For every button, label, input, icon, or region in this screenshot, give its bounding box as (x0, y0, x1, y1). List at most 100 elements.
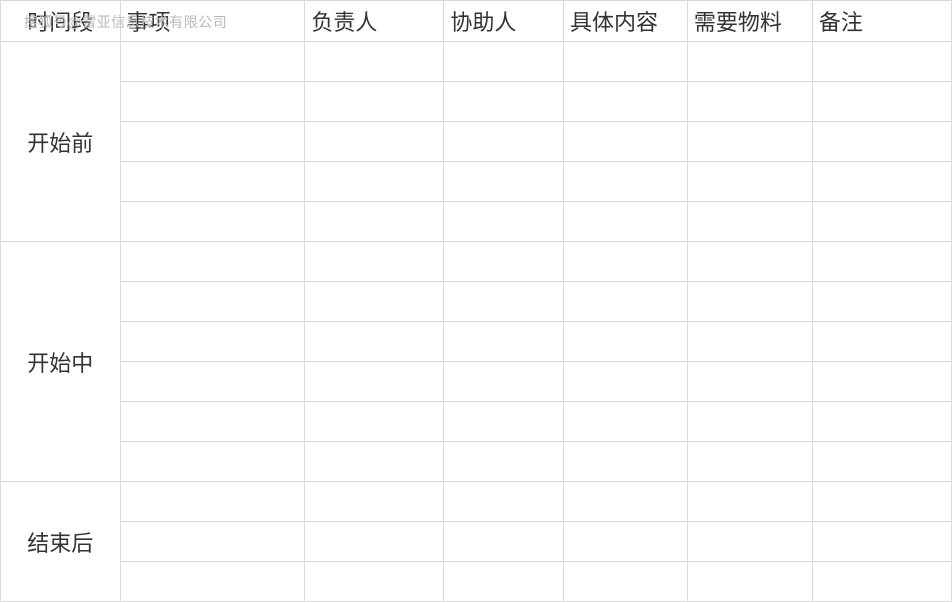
table-row (1, 202, 952, 242)
cell (812, 362, 951, 402)
cell (444, 82, 564, 122)
header-row: 时间段 事项 负责人 协助人 具体内容 需要物料 备注 (1, 1, 952, 42)
schedule-table: 时间段 事项 负责人 协助人 具体内容 需要物料 备注 开始前 开始中 (0, 0, 952, 602)
cell (812, 122, 951, 162)
cell (812, 282, 951, 322)
cell (687, 442, 812, 482)
cell (687, 562, 812, 602)
cell (687, 242, 812, 282)
cell (444, 122, 564, 162)
cell (687, 282, 812, 322)
cell (812, 162, 951, 202)
table-row: 结束后 (1, 482, 952, 522)
cell (812, 242, 951, 282)
table-row: 开始前 (1, 42, 952, 82)
cell (563, 202, 687, 242)
cell (305, 482, 444, 522)
table-row (1, 82, 952, 122)
table-row (1, 442, 952, 482)
header-owner: 负责人 (305, 1, 444, 42)
section-label-after: 结束后 (1, 482, 121, 602)
cell (563, 402, 687, 442)
cell (812, 402, 951, 442)
cell (687, 322, 812, 362)
cell (305, 282, 444, 322)
section-label-during: 开始中 (1, 242, 121, 482)
cell (563, 482, 687, 522)
cell (444, 202, 564, 242)
table-row (1, 282, 952, 322)
cell (563, 162, 687, 202)
cell (812, 442, 951, 482)
cell (444, 522, 564, 562)
table-row (1, 122, 952, 162)
cell (444, 402, 564, 442)
cell (687, 482, 812, 522)
cell (305, 562, 444, 602)
cell (120, 522, 305, 562)
header-remarks: 备注 (812, 1, 951, 42)
cell (120, 402, 305, 442)
cell (305, 442, 444, 482)
cell (687, 402, 812, 442)
cell (812, 202, 951, 242)
header-time: 时间段 (1, 1, 121, 42)
cell (812, 322, 951, 362)
cell (563, 442, 687, 482)
table-row (1, 562, 952, 602)
section-label-before: 开始前 (1, 42, 121, 242)
cell (563, 122, 687, 162)
cell (444, 42, 564, 82)
cell (687, 162, 812, 202)
cell (444, 362, 564, 402)
table-row (1, 402, 952, 442)
table-row (1, 162, 952, 202)
cell (444, 242, 564, 282)
cell (444, 482, 564, 522)
cell (305, 362, 444, 402)
cell (305, 322, 444, 362)
cell (687, 42, 812, 82)
cell (305, 242, 444, 282)
cell (120, 282, 305, 322)
cell (305, 42, 444, 82)
table-body: 开始前 开始中 结束后 (1, 42, 952, 602)
cell (305, 82, 444, 122)
cell (444, 322, 564, 362)
table-row: 开始中 (1, 242, 952, 282)
cell (687, 202, 812, 242)
cell (812, 42, 951, 82)
table-row (1, 322, 952, 362)
cell (305, 402, 444, 442)
cell (563, 322, 687, 362)
cell (687, 522, 812, 562)
table-row (1, 522, 952, 562)
cell (687, 82, 812, 122)
cell (305, 522, 444, 562)
cell (687, 122, 812, 162)
header-content: 具体内容 (563, 1, 687, 42)
cell (120, 162, 305, 202)
cell (120, 482, 305, 522)
cell (563, 82, 687, 122)
cell (305, 162, 444, 202)
cell (444, 282, 564, 322)
cell (812, 562, 951, 602)
header-helper: 协助人 (444, 1, 564, 42)
cell (120, 322, 305, 362)
cell (444, 442, 564, 482)
cell (120, 562, 305, 602)
cell (305, 202, 444, 242)
cell (812, 482, 951, 522)
cell (563, 562, 687, 602)
header-materials: 需要物料 (687, 1, 812, 42)
cell (563, 242, 687, 282)
cell (120, 122, 305, 162)
cell (120, 442, 305, 482)
cell (444, 162, 564, 202)
cell (563, 362, 687, 402)
cell (120, 362, 305, 402)
cell (120, 82, 305, 122)
cell (305, 122, 444, 162)
cell (812, 82, 951, 122)
